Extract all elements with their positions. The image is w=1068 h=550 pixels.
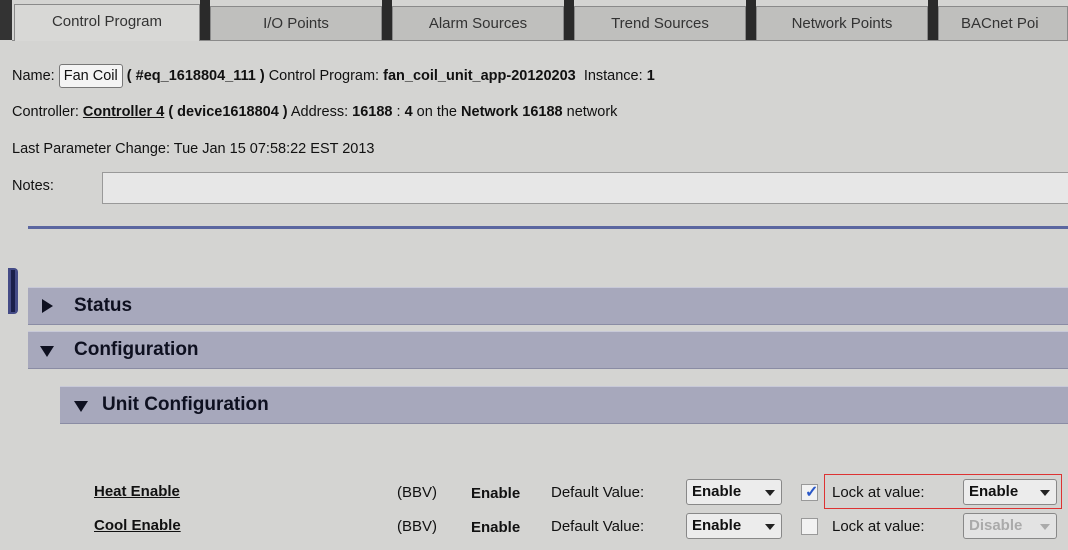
lock-checkbox[interactable] — [801, 518, 818, 535]
address-value: 16188 — [352, 104, 393, 120]
configuration-section-header[interactable]: Configuration — [28, 331, 1068, 369]
tab-control-program[interactable]: Control Program — [14, 4, 200, 41]
param-value: Enable — [471, 519, 521, 536]
last-change-value: Tue Jan 15 07:58:22 EST 2013 — [173, 141, 375, 157]
default-value-dropdown[interactable]: Enable — [686, 479, 782, 505]
collapse-icon — [40, 346, 54, 357]
tab-separator — [746, 0, 756, 40]
default-value-label: Default Value: — [551, 484, 645, 501]
unit-configuration-section-title: Unit Configuration — [102, 394, 269, 415]
network-suffix: network — [566, 104, 618, 120]
status-section-header[interactable]: Status — [28, 287, 1068, 325]
equipment-id: ( #eq_1618804_111 ) — [126, 67, 265, 84]
instance-label: Instance: — [583, 67, 643, 84]
default-value-dropdown[interactable]: Enable — [686, 513, 782, 539]
lock-value-dropdown[interactable]: Disable — [963, 513, 1057, 539]
tab-alarm-sources[interactable]: Alarm Sources — [392, 6, 564, 40]
unit-configuration-section-header[interactable]: Unit Configuration — [60, 386, 1068, 424]
configuration-section-title: Configuration — [74, 339, 199, 360]
tab-separator — [200, 0, 210, 40]
network-prefix: on the — [416, 104, 457, 120]
name-row: Name: Fan Coil ( #eq_1618804_111 ) Contr… — [12, 64, 655, 88]
lock-value-dropdown[interactable]: Enable — [963, 479, 1057, 505]
param-type: (BBV) — [397, 518, 438, 535]
controller-row: Controller: Controller 4 ( device1618804… — [12, 104, 617, 120]
chevron-down-icon — [1040, 490, 1050, 496]
tab-network-points[interactable]: Network Points — [756, 6, 928, 40]
controller-label: Controller: — [12, 104, 79, 120]
status-section-title: Status — [74, 295, 133, 316]
param-value: Enable — [471, 485, 521, 502]
heat-enable-link[interactable]: Heat Enable — [94, 483, 180, 500]
param-type: (BBV) — [397, 484, 438, 501]
device-id: ( device1618804 ) — [168, 104, 288, 120]
lock-checkbox[interactable]: ✓ — [801, 484, 818, 501]
name-label: Name: — [12, 67, 55, 84]
tab-separator — [382, 0, 392, 40]
chevron-down-icon — [765, 524, 775, 530]
tab-separator — [564, 0, 574, 40]
notes-field[interactable] — [102, 172, 1068, 204]
last-change-row: Last Parameter Change: Tue Jan 15 07:58:… — [12, 141, 375, 157]
expand-icon — [42, 299, 53, 313]
name-field[interactable]: Fan Coil — [58, 64, 123, 88]
tab-trend-sources[interactable]: Trend Sources — [574, 6, 746, 40]
tab-bar-edge — [0, 0, 12, 40]
dropdown-value: Enable — [692, 483, 742, 500]
control-program-value: fan_coil_unit_app-20120203 — [383, 67, 576, 84]
address-separator: : — [396, 104, 401, 120]
section-divider — [28, 226, 1068, 229]
control-program-label: Control Program: — [268, 67, 380, 84]
dropdown-value: Enable — [969, 483, 1019, 500]
default-value-label: Default Value: — [551, 518, 645, 535]
tab-separator — [928, 0, 938, 40]
tab-io-points[interactable]: I/O Points — [210, 6, 382, 40]
checkmark-icon: ✓ — [805, 484, 819, 501]
lock-at-value-label: Lock at value: — [832, 518, 925, 535]
tab-bacnet-points[interactable]: BACnet Poi — [938, 6, 1068, 40]
controller-link[interactable]: Controller 4 — [83, 104, 164, 120]
chevron-down-icon — [765, 490, 775, 496]
network-value: Network 16188 — [461, 104, 563, 120]
collapse-icon — [74, 401, 88, 412]
cool-enable-link[interactable]: Cool Enable — [94, 517, 181, 534]
dropdown-value: Disable — [969, 517, 1023, 534]
lock-at-value-label: Lock at value: — [832, 484, 925, 501]
address-label: Address: — [290, 104, 349, 120]
panel-handle-grip — [11, 270, 15, 312]
tab-bar: Control Program I/O Points Alarm Sources… — [0, 0, 1068, 41]
chevron-down-icon — [1040, 524, 1050, 530]
address-node: 4 — [404, 104, 413, 120]
instance-value: 1 — [646, 67, 655, 84]
notes-label: Notes: — [12, 178, 54, 194]
last-change-label: Last Parameter Change: — [12, 141, 170, 157]
dropdown-value: Enable — [692, 517, 742, 534]
